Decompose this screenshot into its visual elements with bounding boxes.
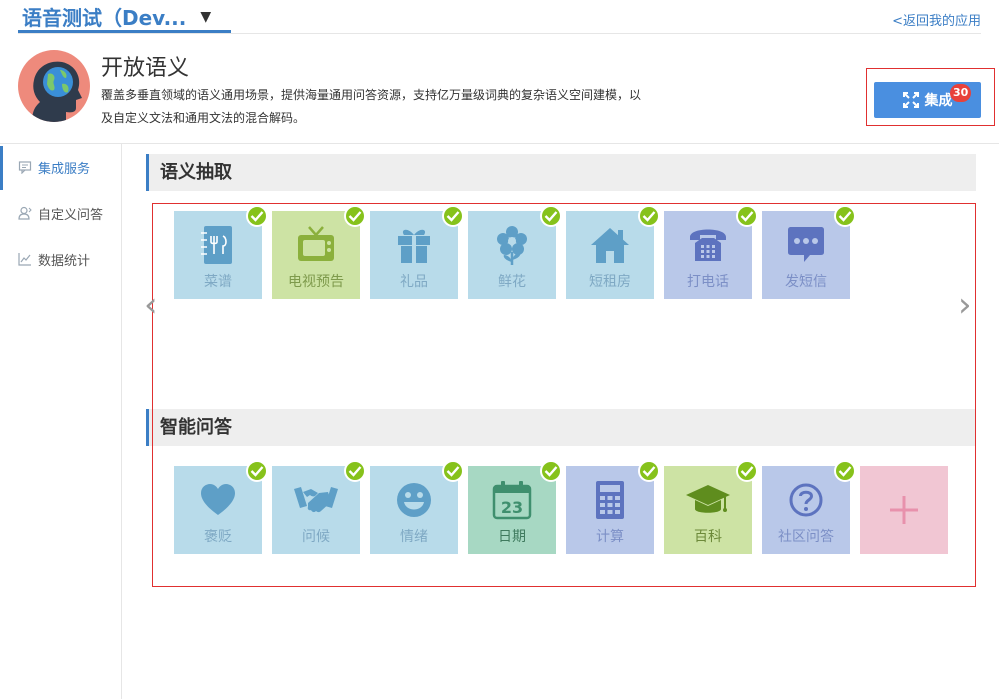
smiley-icon bbox=[395, 478, 433, 522]
recipe-icon bbox=[198, 223, 238, 267]
service-tile-label: 计算 bbox=[596, 529, 624, 545]
sidebar: 集成服务 自定义问答 数据统计 bbox=[0, 144, 122, 699]
check-icon bbox=[540, 460, 562, 482]
app-selector[interactable]: 语音测试（Dev... ▼ bbox=[22, 0, 211, 33]
service-tile[interactable]: 礼品 bbox=[370, 205, 464, 299]
chat-icon bbox=[18, 161, 32, 174]
flower-icon bbox=[494, 223, 530, 267]
expand-icon bbox=[902, 92, 919, 108]
check-icon bbox=[442, 460, 464, 482]
head-globe-icon bbox=[32, 61, 82, 122]
add-service-button[interactable] bbox=[860, 466, 948, 554]
check-icon bbox=[442, 205, 464, 227]
question-icon bbox=[788, 478, 824, 522]
service-tile-label: 菜谱 bbox=[204, 274, 232, 290]
sidebar-item-integration-service[interactable]: 集成服务 bbox=[0, 144, 121, 190]
service-name: 开放语义 bbox=[101, 56, 190, 81]
check-icon bbox=[638, 460, 660, 482]
user-icon bbox=[18, 206, 32, 220]
service-tile[interactable]: 鲜花 bbox=[468, 205, 562, 299]
svg-text:23: 23 bbox=[501, 498, 523, 517]
sidebar-item-data-statistics[interactable]: 数据统计 bbox=[0, 236, 121, 282]
tv-icon bbox=[295, 223, 337, 267]
check-icon bbox=[736, 205, 758, 227]
check-icon bbox=[638, 205, 660, 227]
phone-icon bbox=[688, 223, 728, 267]
message-icon bbox=[786, 223, 826, 267]
handshake-icon bbox=[293, 478, 339, 522]
heart-icon bbox=[200, 478, 236, 522]
graduation-cap-icon bbox=[684, 478, 732, 522]
service-tile[interactable]: 23 日期 bbox=[468, 460, 562, 554]
plus-icon bbox=[890, 496, 918, 524]
service-tile[interactable]: 社区问答 bbox=[762, 460, 856, 554]
section-title-extraction: 语义抽取 bbox=[146, 154, 976, 191]
service-tile-label: 电视预告 bbox=[288, 274, 344, 290]
sidebar-item-label: 自定义问答 bbox=[38, 207, 104, 223]
service-tile-label: 短租房 bbox=[589, 274, 631, 290]
service-tile-label: 礼品 bbox=[400, 274, 428, 290]
chevron-right-icon[interactable]: › bbox=[958, 285, 972, 325]
service-tile-label: 打电话 bbox=[687, 274, 729, 290]
service-tile-label: 鲜花 bbox=[498, 274, 526, 290]
check-icon bbox=[540, 205, 562, 227]
service-tile[interactable]: 百科 bbox=[664, 460, 758, 554]
chart-icon bbox=[18, 253, 31, 266]
gift-icon bbox=[394, 223, 434, 267]
service-avatar bbox=[18, 50, 90, 122]
service-tile[interactable]: 短租房 bbox=[566, 205, 660, 299]
service-tile-label: 日期 bbox=[498, 529, 526, 545]
qa-tile-row: 褒贬 问候 情绪 23 日期 计算 百科 社区问答 bbox=[174, 460, 948, 554]
check-icon bbox=[834, 460, 856, 482]
calendar-icon: 23 bbox=[492, 478, 532, 522]
sidebar-item-label: 数据统计 bbox=[38, 253, 91, 269]
service-tile[interactable]: 问候 bbox=[272, 460, 366, 554]
service-tile[interactable]: 发短信 bbox=[762, 205, 856, 299]
house-icon bbox=[589, 223, 631, 267]
check-icon bbox=[344, 460, 366, 482]
service-tile[interactable]: 打电话 bbox=[664, 205, 758, 299]
service-tile-label: 情绪 bbox=[400, 529, 428, 545]
check-icon bbox=[246, 460, 268, 482]
service-tile-label: 百科 bbox=[694, 529, 722, 545]
service-tile[interactable]: 褒贬 bbox=[174, 460, 268, 554]
check-icon bbox=[246, 205, 268, 227]
sidebar-item-label: 集成服务 bbox=[38, 161, 91, 177]
service-tile[interactable]: 菜谱 bbox=[174, 205, 268, 299]
check-icon bbox=[736, 460, 758, 482]
service-tile-label: 社区问答 bbox=[778, 529, 834, 545]
top-divider bbox=[18, 33, 981, 34]
check-icon bbox=[344, 205, 366, 227]
caret-down-icon[interactable]: ▼ bbox=[200, 9, 211, 25]
service-tile-label: 发短信 bbox=[785, 274, 827, 290]
service-description: 覆盖多垂直领域的语义通用场景，提供海量通用问答资源，支持亿万量级词典的复杂语义空… bbox=[101, 88, 642, 125]
header-divider bbox=[0, 143, 999, 144]
check-icon bbox=[834, 205, 856, 227]
chevron-left-icon[interactable]: ‹ bbox=[144, 285, 158, 325]
service-tile[interactable]: 计算 bbox=[566, 460, 660, 554]
integrate-label: 集成 bbox=[924, 93, 953, 109]
calculator-icon bbox=[594, 478, 626, 522]
extraction-tile-row: 菜谱 电视预告 礼品 鲜花 短租房 打电话 发短信 bbox=[174, 205, 856, 299]
app-title: 语音测试（Dev... bbox=[22, 6, 187, 30]
back-to-my-apps-link[interactable]: <返回我的应用 bbox=[892, 10, 981, 29]
service-tile[interactable]: 电视预告 bbox=[272, 205, 366, 299]
sidebar-item-custom-qa[interactable]: 自定义问答 bbox=[0, 190, 121, 236]
service-tile-label: 问候 bbox=[302, 529, 330, 545]
integrate-count-badge: 30 bbox=[950, 84, 972, 102]
service-tile-label: 褒贬 bbox=[204, 529, 232, 545]
service-tile[interactable]: 情绪 bbox=[370, 460, 464, 554]
app-root: 语音测试（Dev... ▼ <返回我的应用 开放语义 覆盖多垂直领域的语义通用场… bbox=[0, 0, 999, 699]
